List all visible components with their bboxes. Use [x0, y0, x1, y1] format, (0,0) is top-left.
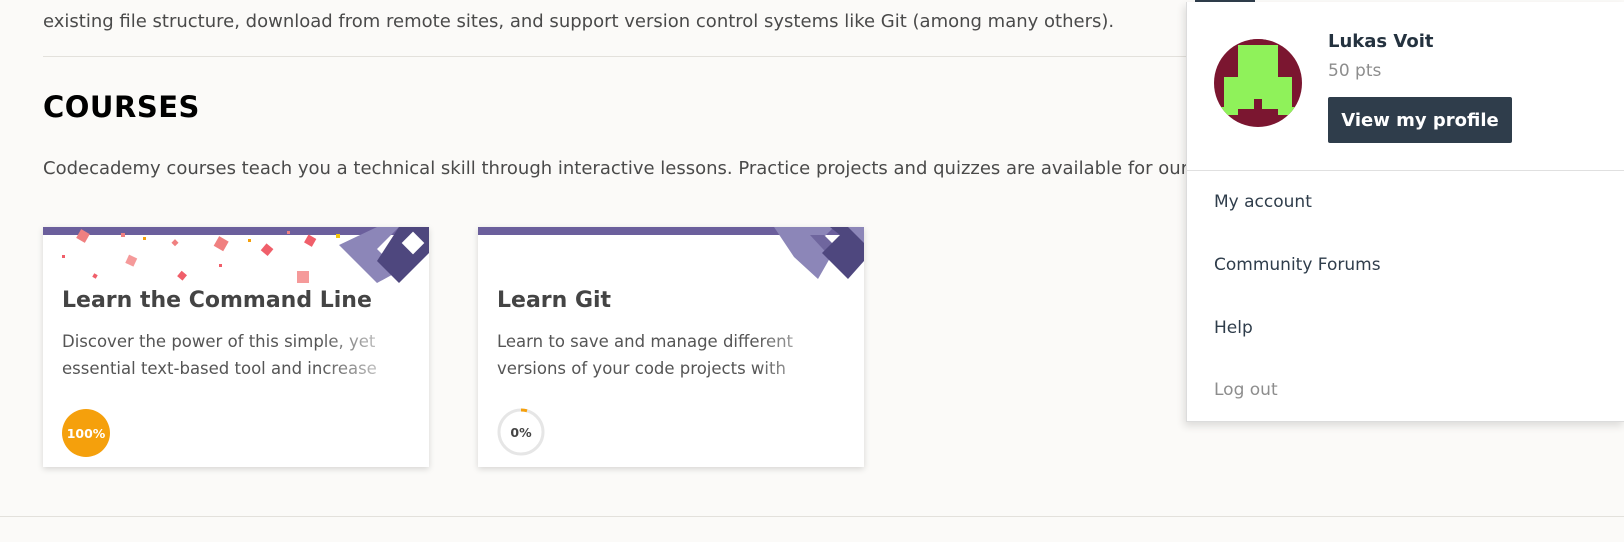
progress-badge: 100%: [62, 409, 110, 457]
user-points: 50 pts: [1328, 61, 1382, 81]
corner-decoration: [339, 227, 429, 283]
card-title: Learn Git: [497, 288, 612, 313]
view-profile-button[interactable]: View my profile: [1328, 97, 1512, 143]
bottom-divider: [0, 516, 1624, 517]
intro-text: existing file structure, download from r…: [43, 11, 1115, 32]
progress-ring: 0%: [497, 408, 545, 456]
menu-item-log-out[interactable]: Log out: [1214, 380, 1278, 400]
card-title: Learn the Command Line: [62, 288, 372, 313]
avatar[interactable]: [1214, 39, 1302, 127]
menu-item-community-forums[interactable]: Community Forums: [1214, 255, 1381, 275]
progress-label: 0%: [510, 424, 532, 440]
menu-item-help[interactable]: Help: [1214, 318, 1253, 338]
courses-description: Codecademy courses teach you a technical…: [43, 158, 1193, 179]
user-name: Lukas Voit: [1328, 31, 1434, 52]
user-dropdown-menu: Lukas Voit 50 pts View my profile My acc…: [1186, 2, 1624, 422]
menu-item-my-account[interactable]: My account: [1214, 192, 1312, 212]
text-fade: [754, 327, 864, 387]
course-card-command-line[interactable]: Learn the Command Line Discover the powe…: [43, 227, 429, 467]
section-divider: [43, 56, 1193, 57]
space-invader-icon: [1214, 39, 1302, 115]
text-fade: [319, 327, 429, 387]
menu-divider: [1187, 170, 1624, 171]
corner-decoration: [774, 227, 864, 279]
courses-heading: COURSES: [43, 90, 200, 124]
course-card-git[interactable]: Learn Git Learn to save and manage diffe…: [478, 227, 864, 467]
